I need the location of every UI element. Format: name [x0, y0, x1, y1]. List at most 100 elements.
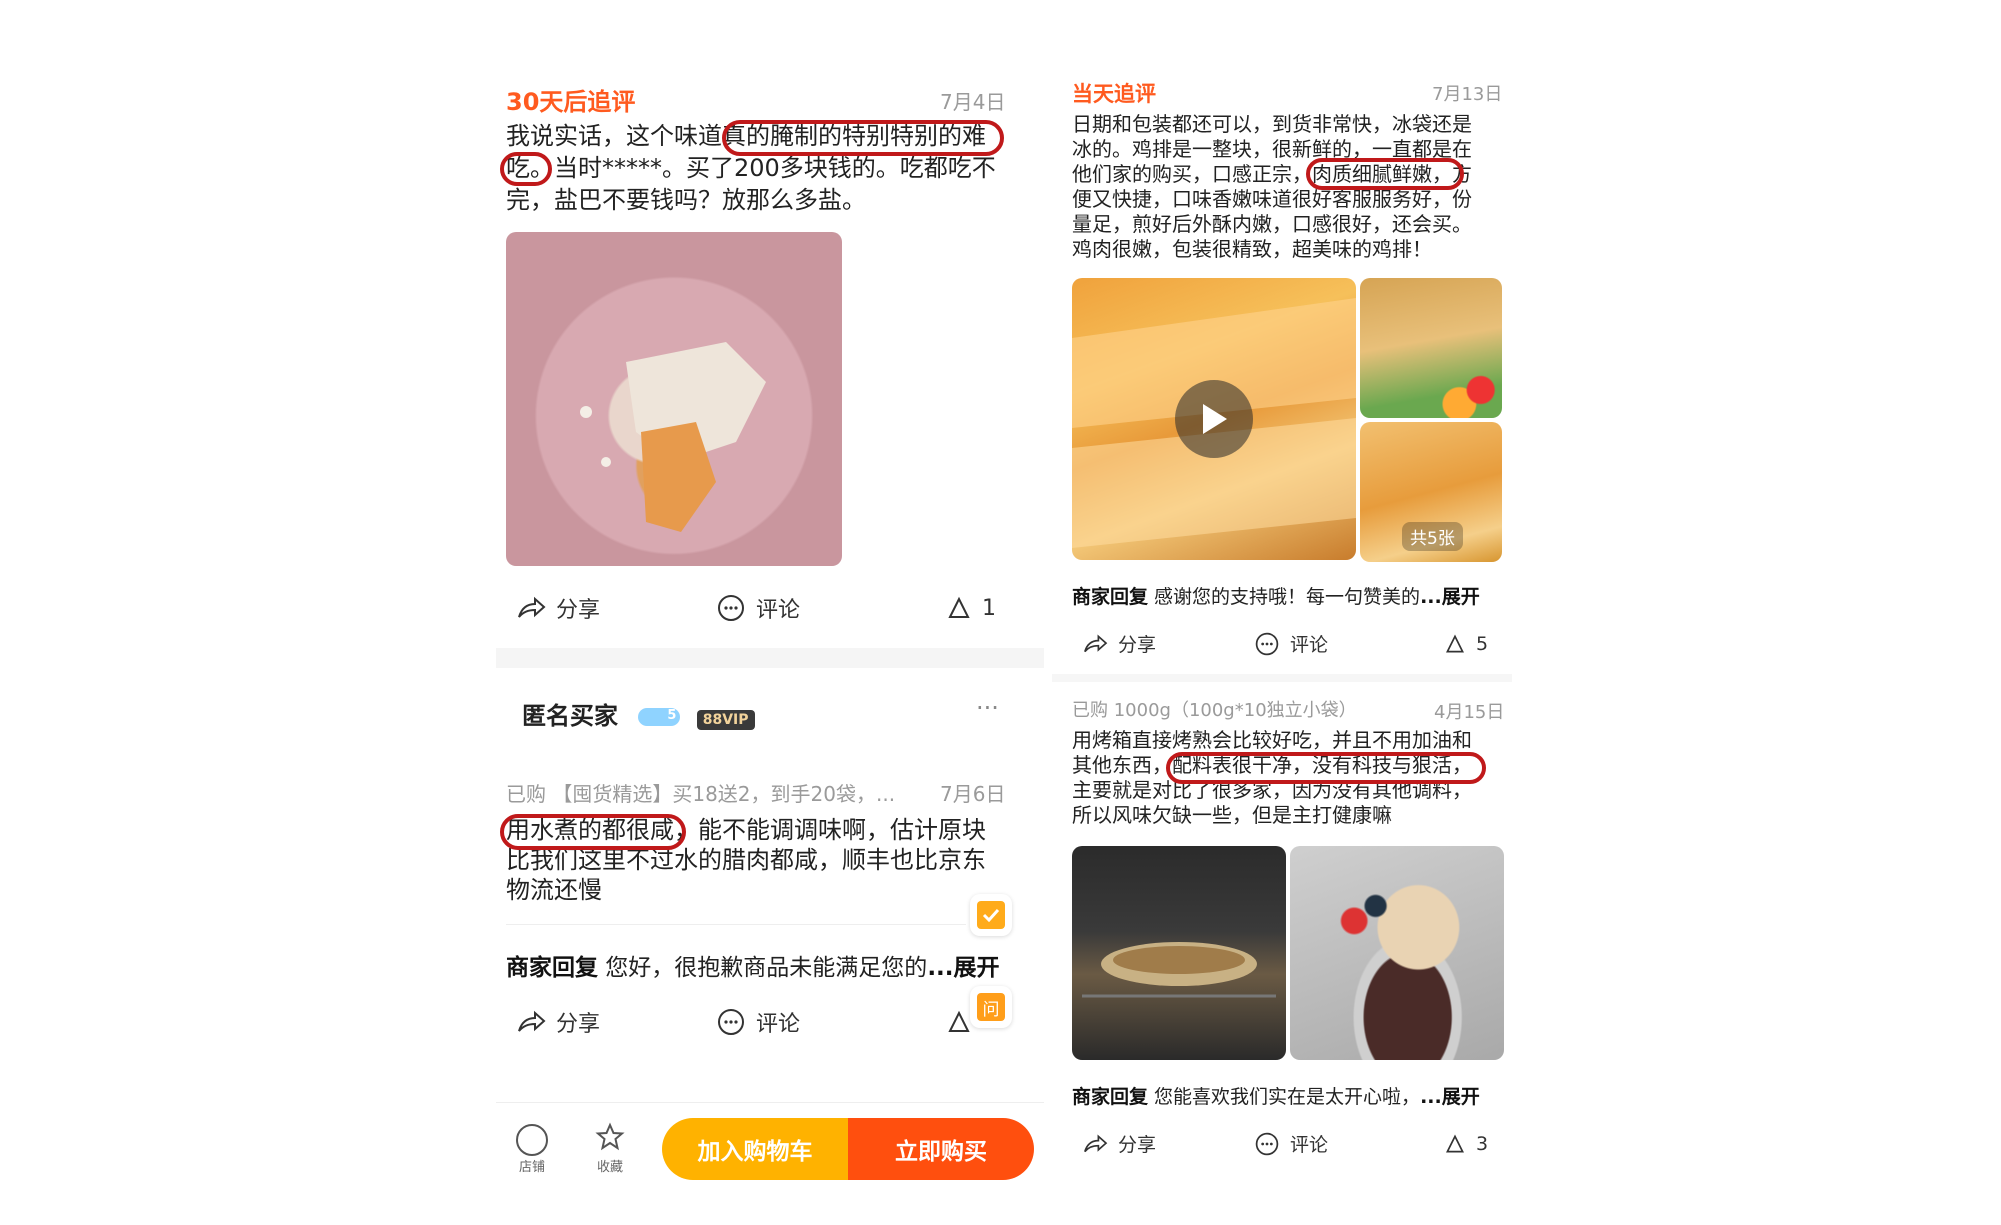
merchant-reply-label: 商家回复: [1072, 1086, 1149, 1108]
section-divider: [496, 648, 1044, 668]
review-date: 7月6日: [940, 782, 1006, 806]
comment-label: 评论: [756, 1012, 801, 1037]
like-icon: [946, 1009, 972, 1035]
review-body-line-1: 用烤箱直接烤熟会比较好吃，并且不用加油和: [1072, 728, 1472, 752]
review-photo-thumbnail[interactable]: [1360, 278, 1502, 418]
review-body-line-3: 物流还慢: [506, 876, 602, 904]
review-date: 4月15日: [1434, 702, 1505, 723]
right-review-2-actions: 分享 评论 3: [1082, 1130, 1502, 1157]
like-count: 1: [982, 595, 996, 621]
expand-link[interactable]: ...展开: [1420, 1086, 1480, 1108]
review-body-line-6: 鸡肉很嫩，包装很精致，超美味的鸡排！: [1072, 237, 1432, 261]
merchant-reply: 商家回复 您能喜欢我们实在是太开心啦，...展开: [1072, 1082, 1480, 1109]
expand-link[interactable]: ...展开: [1420, 586, 1480, 608]
star-icon: [595, 1122, 625, 1151]
comment-icon: [716, 1007, 746, 1037]
share-icon: [1082, 633, 1108, 655]
merchant-reply: 商家回复 您好，很抱歉商品未能满足您的...展开: [506, 948, 1000, 982]
share-button[interactable]: 分享: [516, 592, 716, 624]
review-body-line-2: 吃。当时*****。买了200多块钱的。吃都吃不: [506, 154, 996, 182]
highlight-annotation: [500, 814, 686, 850]
share-label: 分享: [556, 1012, 601, 1037]
favorite-label: 收藏: [596, 1160, 623, 1175]
review-body-line-1: 日期和包装都还可以，到货非常快，冰袋还是: [1072, 112, 1472, 136]
comment-label: 评论: [1290, 1134, 1329, 1156]
share-icon: [1082, 1133, 1108, 1155]
favorite-button[interactable]: 收藏: [588, 1122, 632, 1175]
chicken-illustration: [580, 342, 766, 532]
merchant-reply-label: 商家回复: [1072, 586, 1149, 608]
highlight-annotation: [1306, 158, 1464, 190]
review-body-line-4: 便又快捷，口味香嫩味道很好客服服务好，份: [1072, 187, 1472, 211]
shop-button[interactable]: 店铺: [510, 1124, 554, 1175]
play-button[interactable]: [1175, 380, 1253, 458]
more-options-icon[interactable]: ···: [976, 694, 999, 722]
review-date: 7月13日: [1432, 84, 1503, 105]
like-button[interactable]: 5: [1444, 633, 1488, 655]
expand-link[interactable]: ...展开: [927, 955, 999, 981]
comment-icon: [1254, 1131, 1280, 1157]
shop-label: 店铺: [518, 1160, 545, 1175]
shop-icon: [516, 1124, 548, 1156]
review-body-line-5: 量足，煎好后外酥内嫩，口感很好，还会买。: [1072, 212, 1472, 236]
like-icon: [1444, 633, 1466, 655]
highlight-annotation: [722, 120, 1004, 156]
comment-icon: [1254, 631, 1280, 657]
member-level-badge: 5: [638, 708, 681, 726]
review-video-thumbnail[interactable]: [1072, 278, 1356, 560]
reviewer-name-text: 匿名买家: [522, 702, 618, 730]
like-button[interactable]: 1: [946, 595, 996, 621]
share-label: 分享: [1118, 634, 1157, 656]
vip-badge: 88VIP: [696, 710, 755, 730]
comment-icon: [716, 593, 746, 623]
comment-button[interactable]: 评论: [716, 1006, 946, 1038]
section-divider-line: [506, 924, 966, 925]
merchant-reply: 商家回复 感谢您的支持哦！每一句赞美的...展开: [1072, 582, 1480, 609]
purchase-info: 已购 1000g（100g*10独立小袋）: [1072, 700, 1357, 721]
float-check-button[interactable]: [970, 894, 1012, 936]
share-label: 分享: [556, 598, 601, 623]
review-body-line-4: 所以风味欠缺一些，但是主打健康嘛: [1072, 803, 1392, 827]
review-photo-oven[interactable]: [1072, 846, 1286, 1060]
reviewer-name: 匿名买家 5 88VIP: [522, 696, 755, 731]
comment-button[interactable]: 评论: [1254, 1130, 1444, 1157]
merchant-reply-text: 感谢您的支持哦！每一句赞美的: [1148, 586, 1421, 608]
purchase-info: 已购 【囤货精选】买18送2，到手20袋，...: [506, 782, 896, 806]
comment-label: 评论: [1290, 634, 1329, 656]
like-icon: [1444, 1133, 1466, 1155]
review-body-line-3: 完，盐巴不要钱吗？放那么多盐。: [506, 186, 866, 214]
review-body-line-2: 比我们这里不过水的腊肉都咸，顺丰也比京东: [506, 846, 986, 874]
highlight-annotation: [500, 152, 552, 186]
share-button[interactable]: 分享: [516, 1006, 716, 1038]
highlight-annotation: [1166, 752, 1486, 784]
section-divider: [1052, 674, 1512, 682]
comment-label: 评论: [756, 598, 801, 623]
review-photo-thumbnail[interactable]: 共5张: [1360, 422, 1502, 562]
comment-button[interactable]: 评论: [1254, 630, 1444, 657]
buy-now-button[interactable]: 立即购买: [848, 1118, 1034, 1180]
like-count: 3: [1476, 1132, 1489, 1155]
left-review-1-actions: 分享 评论 1: [516, 592, 996, 624]
review-photo-chicken-bowl[interactable]: [506, 232, 842, 566]
merchant-reply-label: 商家回复: [506, 955, 598, 981]
share-button[interactable]: 分享: [1082, 1130, 1254, 1157]
like-icon: [946, 595, 972, 621]
image-count-badge: 共5张: [1402, 522, 1463, 551]
like-button[interactable]: [946, 1009, 972, 1035]
left-review-2-actions: 分享 评论: [516, 1006, 996, 1038]
checklist-icon: [977, 901, 1005, 929]
like-button[interactable]: 3: [1444, 1133, 1488, 1155]
play-icon: [1203, 404, 1227, 434]
share-label: 分享: [1118, 1134, 1157, 1156]
right-review-1-actions: 分享 评论 5: [1082, 630, 1502, 657]
review-photo-meal[interactable]: [1290, 846, 1504, 1060]
share-icon: [516, 1009, 546, 1035]
review-date: 7月4日: [940, 90, 1006, 114]
comment-button[interactable]: 评论: [716, 592, 946, 624]
merchant-reply-text: 您好，很抱歉商品未能满足您的: [598, 955, 928, 981]
share-button[interactable]: 分享: [1082, 630, 1254, 657]
share-icon: [516, 595, 546, 621]
add-to-cart-button[interactable]: 加入购物车: [662, 1118, 848, 1180]
oven-tray-illustration: [1082, 942, 1276, 998]
review-followup-title: 当天追评: [1072, 82, 1156, 106]
